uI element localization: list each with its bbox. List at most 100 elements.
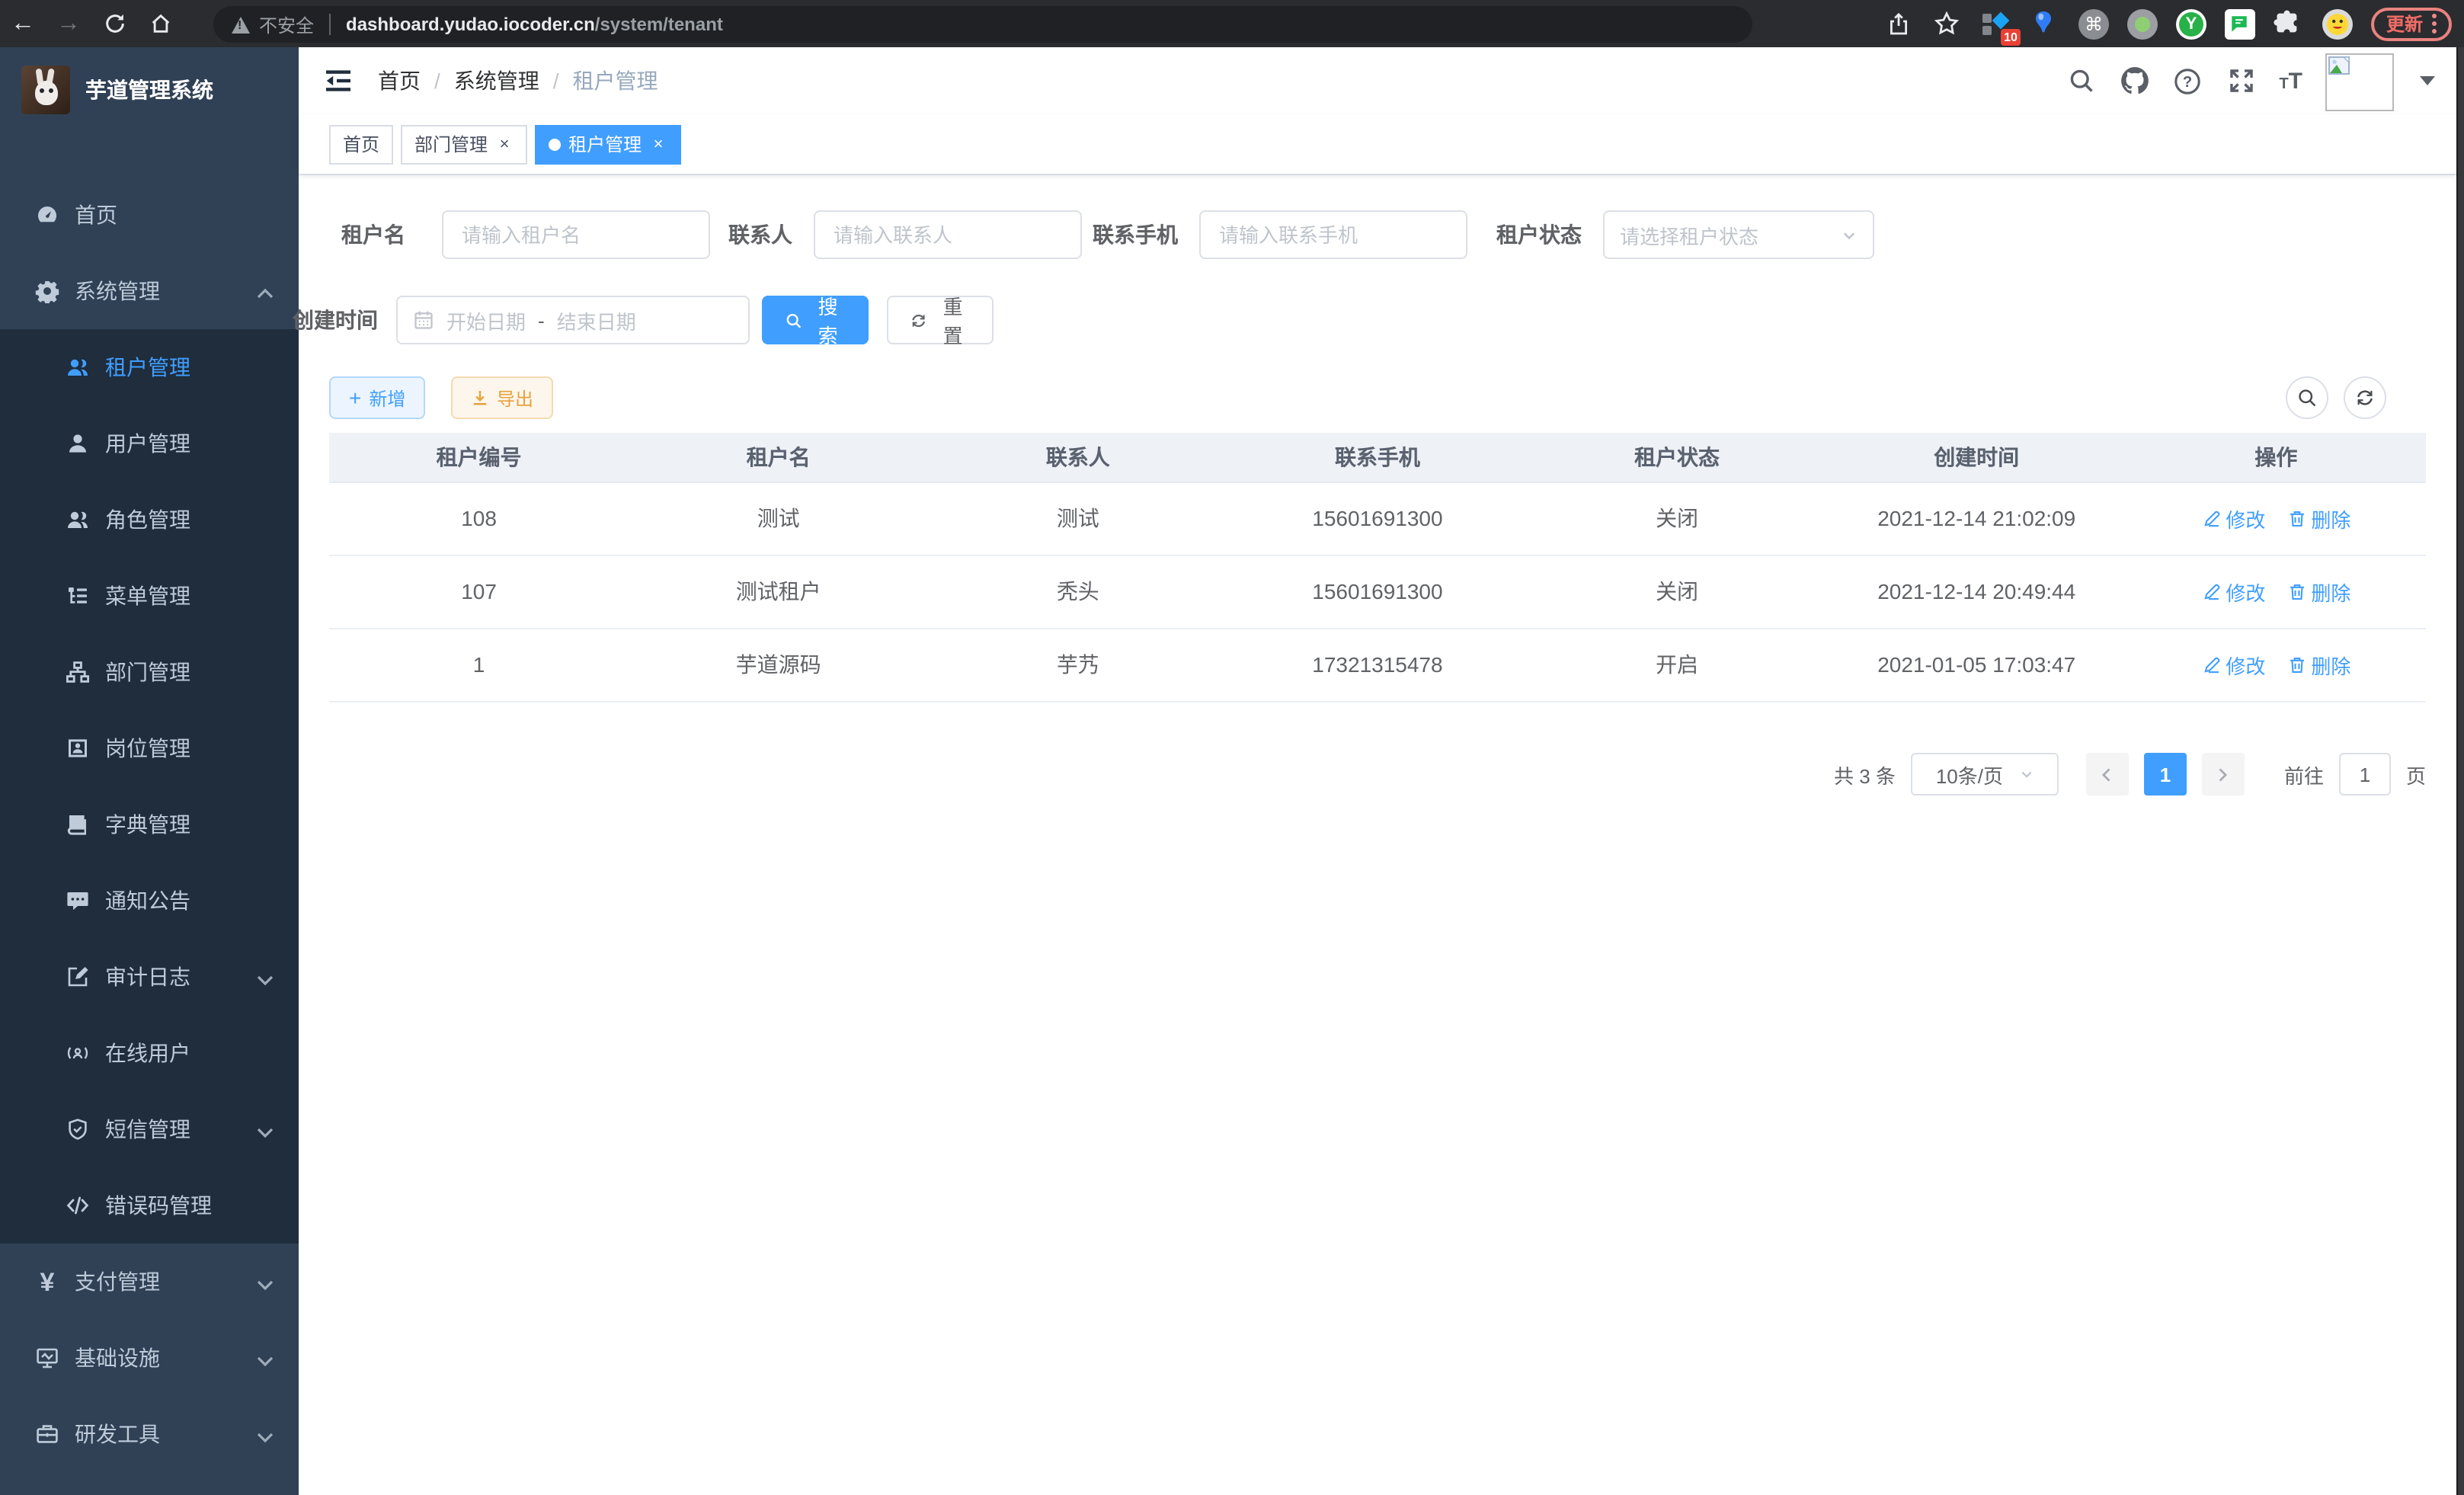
sidebar-item-label: 支付管理 [75, 1266, 160, 1297]
edit-link[interactable]: 修改 [2201, 577, 2265, 606]
add-button[interactable]: + 新增 [329, 376, 425, 419]
breadcrumb-item[interactable]: 首页 [378, 66, 421, 96]
notice-message-icon [66, 888, 90, 913]
avatar-dropdown-icon[interactable] [2420, 76, 2435, 85]
date-range-picker[interactable]: 开始日期 - 结束日期 [396, 296, 750, 344]
sidebar-item[interactable]: 用户管理 [0, 405, 299, 482]
browser-menu-icon[interactable] [2432, 14, 2437, 34]
page-tab[interactable]: 部门管理× [401, 124, 527, 164]
filter-tenant-name: 租户名 [341, 210, 710, 259]
sidebar-item[interactable]: 基础设施 [0, 1320, 299, 1396]
font-size-icon[interactable]: TT [2279, 68, 2302, 94]
sidebar-item[interactable]: 通知公告 [0, 863, 299, 939]
edit-link[interactable]: 修改 [2201, 650, 2265, 679]
cell-contact: 秃头 [928, 555, 1227, 628]
sidebar-item[interactable]: 岗位管理 [0, 710, 299, 786]
cell-id: 107 [329, 555, 629, 628]
extension-command-icon[interactable]: ⌘ [2078, 8, 2109, 39]
sms-shield-icon [66, 1117, 90, 1141]
sidebar-item[interactable]: 角色管理 [0, 482, 299, 558]
goto-page-input[interactable] [2339, 753, 2391, 796]
browser-home-icon[interactable] [137, 12, 183, 35]
window-edge-scrollbar[interactable] [2456, 47, 2464, 1495]
export-button-label: 导出 [497, 385, 533, 411]
sidebar-item[interactable]: 租户管理 [0, 329, 299, 405]
avatar[interactable] [2325, 53, 2394, 110]
sidebar-item[interactable]: 在线用户 [0, 1015, 299, 1091]
sidebar-item[interactable]: 审计日志 [0, 939, 299, 1015]
security-label[interactable]: 不安全 [259, 11, 314, 37]
page-size-select[interactable]: 10条/页 [1911, 753, 2059, 796]
github-icon[interactable] [2119, 66, 2149, 96]
infra-monitor-icon [35, 1346, 59, 1370]
cell-status: 关闭 [1528, 555, 1827, 628]
navbar: 首页/系统管理/租户管理 ? TT [299, 47, 2456, 114]
update-label: 更新 [2386, 11, 2423, 37]
reset-button[interactable]: 重置 [887, 296, 994, 344]
tab-close-icon[interactable]: × [495, 135, 514, 153]
export-button[interactable]: 导出 [451, 376, 553, 419]
edit-link-label: 修改 [2226, 650, 2265, 679]
status-label: 租户状态 [1496, 219, 1582, 250]
breadcrumb-item[interactable]: 系统管理 [454, 66, 539, 96]
sidebar-item[interactable]: 部门管理 [0, 634, 299, 710]
browser-update-button[interactable]: 更新 [2371, 7, 2452, 40]
extension-tag-manager-icon[interactable]: 10 [1981, 8, 2011, 39]
page-tab[interactable]: 租户管理× [535, 124, 681, 164]
delete-link[interactable]: 删除 [2286, 504, 2350, 533]
extension-pin-icon[interactable] [2030, 8, 2060, 39]
bookmark-star-icon[interactable] [1932, 8, 1963, 39]
tenant-name-input[interactable] [442, 210, 710, 259]
extension-y-icon[interactable]: Y [2176, 8, 2206, 39]
fullscreen-icon[interactable] [2226, 66, 2256, 96]
tenant-users-icon [66, 355, 90, 379]
logo-row[interactable]: 芋道管理系统 [0, 47, 299, 133]
sidebar-item-label: 系统管理 [75, 276, 160, 306]
end-date-placeholder: 结束日期 [557, 306, 636, 335]
status-select[interactable]: 请选择租户状态 [1603, 210, 1874, 259]
sidebar-item-label: 在线用户 [105, 1038, 190, 1068]
mobile-input[interactable] [1199, 210, 1467, 259]
mobile-label: 联系手机 [1093, 219, 1178, 250]
sidebar-item-label: 研发工具 [75, 1419, 160, 1449]
extension-puzzle-icon[interactable] [2274, 8, 2304, 39]
help-icon[interactable]: ? [2172, 66, 2203, 96]
sidebar-item[interactable]: 错误码管理 [0, 1167, 299, 1244]
show-search-button[interactable] [2286, 376, 2328, 419]
org-chart-icon [66, 660, 90, 684]
delete-link[interactable]: 删除 [2286, 650, 2350, 679]
delete-link[interactable]: 删除 [2286, 577, 2350, 606]
chevron-down-icon [1841, 226, 1858, 243]
post-badge-icon [66, 736, 90, 760]
sidebar-item[interactable]: 菜单管理 [0, 558, 299, 634]
sidebar-item[interactable]: 系统管理 [0, 253, 299, 329]
refresh-button[interactable] [2344, 376, 2386, 419]
sidebar-item-label: 短信管理 [105, 1114, 190, 1144]
page-tab[interactable]: 首页 [329, 124, 393, 164]
address-bar[interactable]: 不安全 dashboard.yudao.iocoder.cn/system/te… [213, 6, 1752, 43]
header-search-icon[interactable] [2066, 66, 2096, 96]
extension-green-dot-icon[interactable] [2127, 8, 2158, 39]
extension-emoji-icon[interactable] [2322, 8, 2353, 39]
edit-link[interactable]: 修改 [2201, 504, 2265, 533]
browser-back-icon[interactable]: ← [0, 10, 46, 37]
browser-forward-icon[interactable]: → [46, 10, 91, 37]
add-button-label: 新增 [369, 385, 405, 411]
sidebar-item[interactable]: 短信管理 [0, 1091, 299, 1167]
sidebar-item[interactable]: 首页 [0, 177, 299, 253]
sidebar-item[interactable]: 研发工具 [0, 1396, 299, 1472]
extension-chat-icon[interactable] [2225, 8, 2255, 39]
browser-reload-icon[interactable] [91, 12, 137, 35]
search-button[interactable]: 搜索 [762, 296, 869, 344]
menu-fold-icon[interactable] [323, 66, 354, 96]
breadcrumb-item: 租户管理 [573, 66, 658, 96]
current-page[interactable]: 1 [2144, 753, 2187, 796]
tab-close-icon[interactable]: × [649, 135, 667, 153]
share-icon[interactable] [1883, 8, 1914, 39]
contact-input[interactable] [814, 210, 1082, 259]
next-page-button[interactable] [2202, 753, 2245, 796]
tenant-table: 租户编号租户名联系人联系手机租户状态创建时间操作 108测试测试15601691… [329, 433, 2426, 702]
sidebar-item[interactable]: 字典管理 [0, 786, 299, 863]
sidebar-item[interactable]: ¥支付管理 [0, 1244, 299, 1320]
prev-page-button[interactable] [2086, 753, 2129, 796]
